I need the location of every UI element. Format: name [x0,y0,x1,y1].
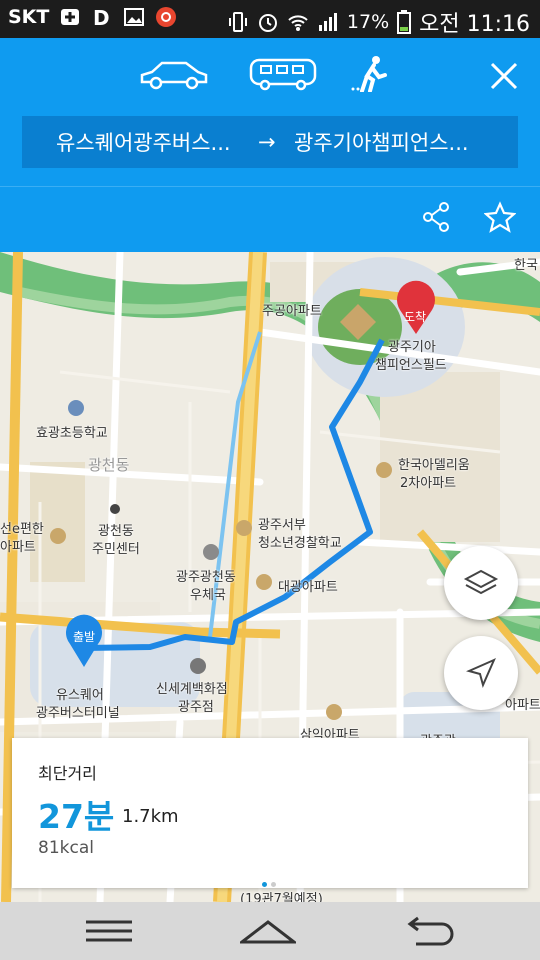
apartment-icon [326,704,342,720]
route-arrow: → [258,130,276,154]
map-label: 광주버스터미널 [36,706,120,721]
route-summary-box[interactable]: 유스퀘어광주버스... → 광주기아챔피언스... [22,116,518,168]
vibrate-icon [228,12,247,32]
bus-icon[interactable] [247,56,319,92]
wifi-icon [288,15,308,31]
notification-plus-icon [61,9,80,25]
share-icon[interactable] [420,201,452,233]
battery-percent: 17% [346,11,390,33]
system-nav-bar [0,902,540,960]
origin-label: 유스퀘어광주버스... [56,131,231,155]
community-center-icon [110,504,120,514]
route-header: 유스퀘어광주버스... → 광주기아챔피언스... [0,38,540,252]
my-location-button[interactable] [444,636,518,710]
back-icon[interactable] [402,914,458,948]
clock: 오전 11:16 [419,12,530,37]
map-label: 광주광천동 [176,570,236,585]
signal-icon [318,13,337,31]
navigation-arrow-icon [466,658,496,688]
map-label: 한국아델리움 [398,458,470,473]
walk-icon[interactable] [350,56,390,92]
map-label: 한국 [514,258,538,273]
menu-icon[interactable] [82,914,138,948]
gallery-icon [124,8,145,26]
app-flower-icon [156,7,177,27]
school-icon [68,400,84,416]
apartment-icon [50,528,66,544]
car-icon[interactable] [138,56,210,92]
page-indicator [260,872,278,891]
apartment-icon [256,574,272,590]
home-icon[interactable] [240,914,296,948]
map-label: 광천동 [88,456,130,474]
map-label: 아파트 [505,698,540,713]
start-pin-label: 출발 [73,630,96,644]
star-icon[interactable] [484,201,516,233]
police-icon [236,520,252,536]
battery-icon [397,10,412,34]
map-label: 광주서부 [258,518,306,533]
duration-value: 27분 [38,797,115,836]
calories-value: 81kcal [38,838,94,858]
app-d-icon: D [93,6,110,28]
alarm-icon [258,14,277,32]
header-divider [0,186,540,187]
map-label: (19관7월예정) [240,892,323,902]
map-label: 대광아파트 [278,580,338,595]
map-label: 아파트 [0,540,36,555]
map-label: 2차아파트 [400,476,457,491]
status-bar: SKT D 17% 오전 11:16 [0,0,540,38]
map-label: 신세계백화점 [156,682,228,697]
page-dot-active [262,882,267,887]
apartment-icon [376,462,392,478]
route-info-card[interactable]: 최단거리 27분 1.7km 81kcal [12,738,528,888]
close-icon[interactable] [488,58,520,94]
svg-text:D: D [93,6,110,28]
map-label: 챔피언스필드 [375,358,447,373]
map-label: 광천동 [98,524,134,539]
destination-label: 광주기아챔피언스... [294,131,469,155]
carrier-label: SKT [8,6,50,28]
post-office-icon [203,544,219,560]
map-label: 우체국 [190,588,226,603]
map-label: 유스퀘어 [56,688,104,703]
layers-button[interactable] [444,546,518,620]
distance-value: 1.7km [122,806,179,827]
map-label: 주공아파트 [262,304,322,319]
arrival-pin-label: 도착 [404,310,427,324]
map-label: 광주점 [178,700,214,715]
route-type-label: 최단거리 [38,764,97,783]
map-label: 청소년경찰학교 [258,536,342,551]
map-label: 효광초등학교 [36,426,108,441]
map-label: 광주기아 [388,340,436,355]
layers-icon [463,569,499,595]
map-label: 주민센터 [92,542,140,557]
page-dot [271,882,276,887]
map-label: 선e편한 [0,522,44,537]
department-store-icon [190,658,206,674]
